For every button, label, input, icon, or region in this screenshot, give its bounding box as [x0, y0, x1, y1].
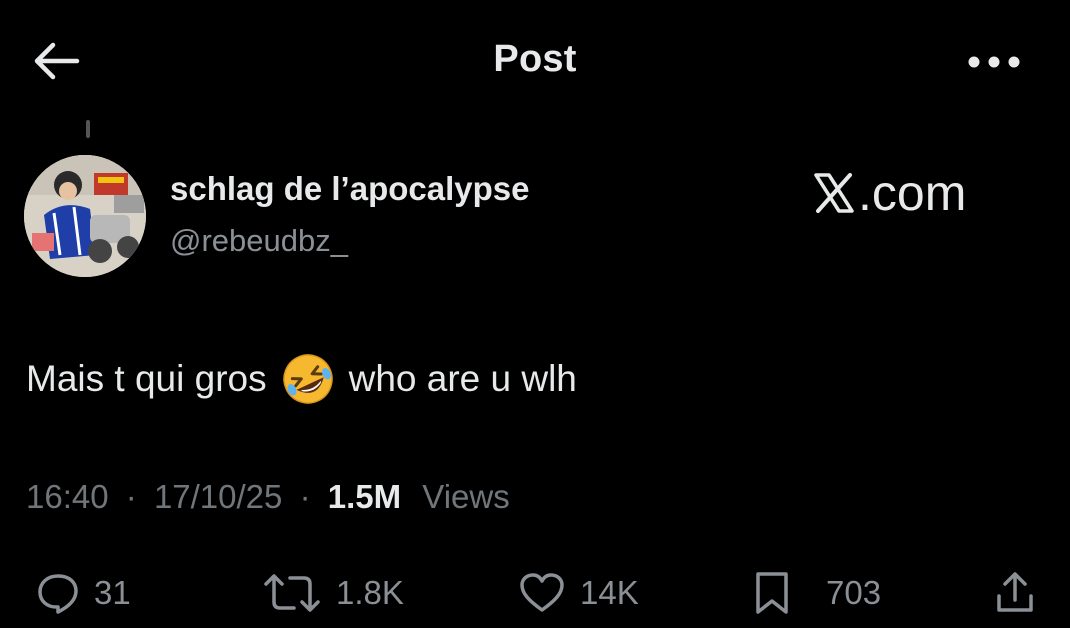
bookmark-count: 703 [826, 574, 882, 611]
meta-separator: · [125, 478, 137, 515]
post-text: Mais t qui gros who are u wlh [26, 352, 577, 406]
watermark-text: .com [858, 165, 967, 221]
reply-bubble-icon [38, 574, 78, 614]
author-handle[interactable]: @rebeudbz_ [170, 223, 348, 259]
post-date[interactable]: 17/10/25 [154, 478, 282, 515]
share-button[interactable] [994, 568, 1036, 618]
x-watermark: .com [812, 164, 966, 222]
share-upload-icon [997, 572, 1033, 612]
views-label[interactable]: Views [422, 478, 509, 515]
post-time[interactable]: 16:40 [26, 478, 109, 515]
page-title: Post [493, 38, 577, 80]
rolling-laughing-emoji-icon [281, 352, 335, 406]
post-text-after: who are u wlh [348, 358, 577, 399]
repost-button[interactable]: 1.8K [262, 568, 404, 618]
views-count[interactable]: 1.5M [328, 478, 401, 515]
avatar-image [24, 155, 146, 277]
x-logo-icon [814, 173, 854, 213]
author-display-name[interactable]: schlag de l’apocalypse [170, 170, 530, 208]
like-button[interactable]: 14K [518, 568, 639, 618]
meta-separator: · [299, 478, 311, 515]
post-meta: 16:40 · 17/10/25 · 1.5M Views [26, 478, 510, 516]
thread-connector [86, 120, 90, 138]
more-options-button[interactable] [962, 46, 1026, 78]
bookmark-icon [756, 572, 788, 614]
post-text-before: Mais t qui gros [26, 358, 267, 399]
repost-count: 1.8K [336, 574, 404, 611]
repost-icon [264, 574, 320, 612]
avatar[interactable] [24, 155, 146, 277]
bookmark-button[interactable]: 703 [752, 568, 881, 618]
like-count: 14K [580, 574, 639, 611]
reply-button[interactable]: 31 [36, 568, 131, 618]
reply-count: 31 [94, 574, 131, 611]
more-horizontal-icon [968, 56, 1020, 68]
heart-icon [520, 573, 564, 612]
